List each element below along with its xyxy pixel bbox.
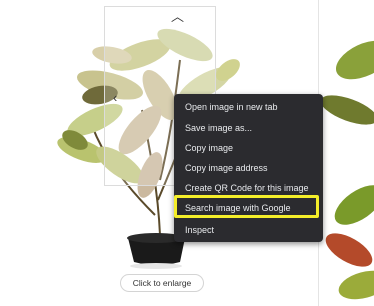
chevron-left-icon[interactable]: ‹ — [113, 91, 117, 104]
menu-item-inspect[interactable]: Inspect — [185, 225, 214, 236]
highlight-annotation — [174, 195, 319, 218]
click-to-enlarge-button[interactable]: Click to enlarge — [120, 274, 204, 292]
menu-item-create-qr-code[interactable]: Create QR Code for this image — [185, 183, 309, 194]
context-menu: Open image in new tab Save image as... C… — [174, 94, 323, 242]
menu-item-copy-image[interactable]: Copy image — [185, 143, 233, 154]
menu-item-save-image-as[interactable]: Save image as... — [185, 123, 252, 134]
adjacent-plant-image — [320, 40, 374, 300]
adjacent-image-panel[interactable] — [319, 0, 374, 306]
chevron-up-icon[interactable]: ︿ — [171, 10, 184, 23]
menu-item-copy-image-address[interactable]: Copy image address — [185, 163, 268, 174]
menu-item-open-image-new-tab[interactable]: Open image in new tab — [185, 102, 278, 113]
